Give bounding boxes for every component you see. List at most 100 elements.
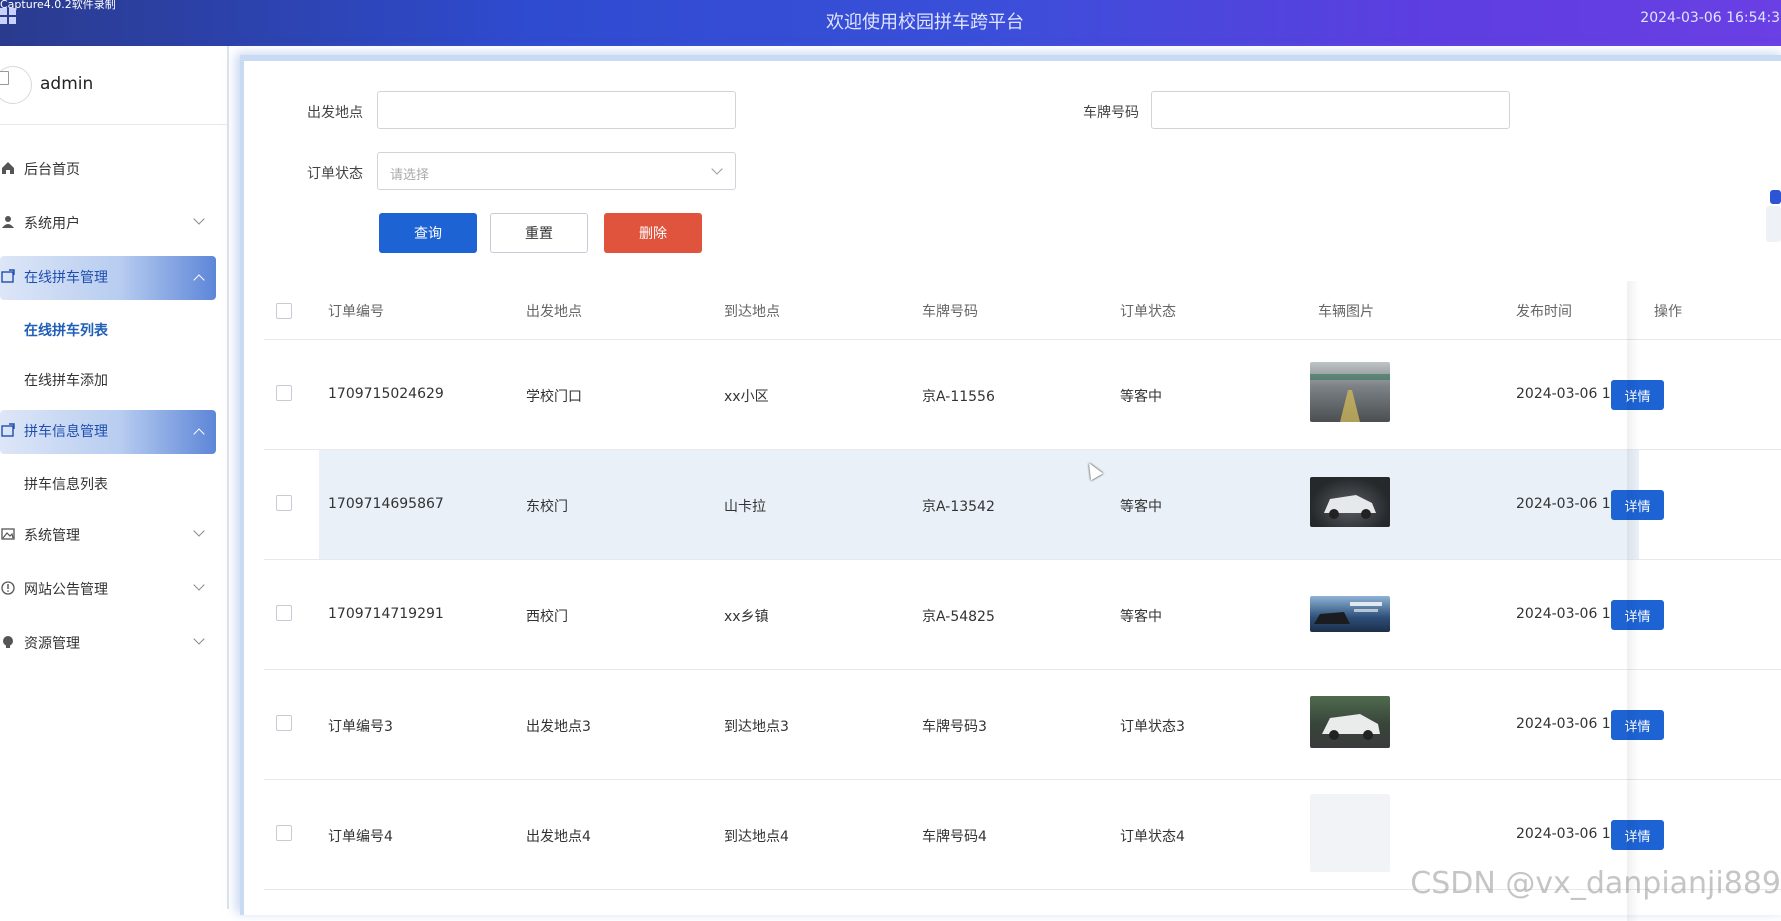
table-row[interactable]: 订单编号3 出发地点3 到达地点3 车牌号码3 订单状态3 2024-03-06… xyxy=(264,670,1781,780)
cell-order-no: 订单编号4 xyxy=(328,829,393,845)
image-icon xyxy=(0,527,16,543)
departure-input[interactable] xyxy=(377,91,736,129)
page-title: 欢迎使用校园拼车跨平台 xyxy=(826,12,1024,33)
sidebar-subitem-carpool-list[interactable]: 在线拼车列表 xyxy=(0,304,227,354)
row-checkbox[interactable] xyxy=(276,715,292,731)
cell-plate: 车牌号码3 xyxy=(922,719,987,735)
folder-icon xyxy=(0,423,16,439)
cell-destination: 到达地点4 xyxy=(724,829,789,845)
sidebar-item-system-users[interactable]: 系统用户 xyxy=(0,196,227,250)
sidebar-item-label: 拼车信息管理 xyxy=(24,424,108,440)
row-checkbox[interactable] xyxy=(276,495,292,511)
cell-departure: 学校门口 xyxy=(526,389,582,405)
sidebar-item-resources[interactable]: 资源管理 xyxy=(0,616,227,670)
col-header-time[interactable]: 发布时间 xyxy=(1516,301,1572,321)
cell-plate: 车牌号码4 xyxy=(922,829,987,845)
sidebar-item-label: 系统用户 xyxy=(24,216,80,232)
sidebar-item-announcements[interactable]: 网站公告管理 xyxy=(0,562,227,616)
cell-destination: xx小区 xyxy=(724,389,769,405)
col-header-departure[interactable]: 出发地点 xyxy=(526,301,582,321)
sidebar-item-online-carpool[interactable]: 在线拼车管理 xyxy=(0,250,227,304)
sidebar-item-label: 网站公告管理 xyxy=(24,582,108,598)
table-header: 订单编号 出发地点 到达地点 车牌号码 订单状态 车辆图片 发布时间 操作 xyxy=(264,281,1781,340)
sidebar-subitem-carpool-info-list[interactable]: 拼车信息列表 xyxy=(0,458,227,508)
cell-status: 等客中 xyxy=(1120,389,1162,405)
fixed-column-shadow xyxy=(1627,281,1639,921)
sidebar-subitem-label: 在线拼车列表 xyxy=(24,323,108,339)
sidebar-item-carpool-info[interactable]: 拼车信息管理 xyxy=(0,404,227,458)
cell-destination: 到达地点3 xyxy=(724,719,789,735)
vehicle-image[interactable] xyxy=(1310,477,1390,527)
cell-order-no: 1709715024629 xyxy=(328,386,444,402)
folder-icon xyxy=(0,269,16,285)
delete-button[interactable]: 删除 xyxy=(604,213,702,253)
sidebar-item-label: 在线拼车管理 xyxy=(24,270,108,286)
carpool-table: 订单编号 出发地点 到达地点 车牌号码 订单状态 车辆图片 发布时间 操作 17… xyxy=(264,281,1781,890)
cell-order-no: 1709714695867 xyxy=(328,496,444,512)
row-checkbox[interactable] xyxy=(276,385,292,401)
table-row[interactable]: 1709714719291 西校门 xx乡镇 京A-54825 等客中 2024… xyxy=(264,560,1781,670)
sidebar-subitem-carpool-add[interactable]: 在线拼车添加 xyxy=(0,354,227,404)
cell-status: 等客中 xyxy=(1120,609,1162,625)
plate-label: 车牌号码 xyxy=(1083,105,1139,121)
col-header-actions: 操作 xyxy=(1654,304,1682,320)
chevron-down-icon xyxy=(193,213,205,225)
reset-button[interactable]: 重置 xyxy=(490,213,588,253)
chevron-down-icon xyxy=(711,163,723,175)
watermark: CSDN @vx_danpianji889 xyxy=(1410,866,1781,901)
avatar[interactable] xyxy=(0,66,32,104)
col-header-status[interactable]: 订单状态 xyxy=(1120,301,1176,321)
cell-departure: 东校门 xyxy=(526,499,568,515)
order-status-select[interactable]: 请选择 xyxy=(377,152,736,190)
cell-plate: 京A-11556 xyxy=(922,389,995,405)
table-row[interactable]: 1709715024629 学校门口 xx小区 京A-11556 等客中 202… xyxy=(264,340,1781,450)
select-all-checkbox[interactable] xyxy=(276,303,292,319)
cell-order-no: 1709714719291 xyxy=(328,606,444,622)
sidebar-subitem-label: 拼车信息列表 xyxy=(24,477,108,493)
sidebar: admin 后台首页 系统用户 在线拼车管理 在线拼车列表 在线拼车添加 拼车信… xyxy=(0,46,229,909)
row-checkbox[interactable] xyxy=(276,605,292,621)
sidebar-subitem-label: 在线拼车添加 xyxy=(24,373,108,389)
col-header-plate[interactable]: 车牌号码 xyxy=(922,301,978,321)
vehicle-image[interactable] xyxy=(1310,696,1390,748)
cell-destination: xx乡镇 xyxy=(724,609,769,625)
order-status-label: 订单状态 xyxy=(307,166,363,182)
top-header-bar: Capture4.0.2软件录制 欢迎使用校园拼车跨平台 2024-03-06 … xyxy=(0,0,1781,46)
home-icon xyxy=(0,161,16,177)
table-row[interactable]: 1709714695867 东校门 山卡拉 京A-13542 等客中 2024-… xyxy=(264,450,1781,560)
plate-input[interactable] xyxy=(1151,91,1510,129)
col-header-image: 车辆图片 xyxy=(1318,304,1374,320)
sidebar-item-home[interactable]: 后台首页 xyxy=(0,142,227,196)
col-header-order-no[interactable]: 订单编号 xyxy=(328,301,384,321)
sidebar-item-label: 后台首页 xyxy=(24,162,80,178)
image-placeholder xyxy=(1310,794,1390,872)
clock-display: 2024-03-06 16:54:38 xyxy=(1640,10,1781,26)
cell-order-no: 订单编号3 xyxy=(328,719,393,735)
bulb-icon xyxy=(0,635,16,651)
vehicle-image[interactable] xyxy=(1310,596,1390,632)
sidebar-item-label: 资源管理 xyxy=(24,636,80,652)
chevron-down-icon xyxy=(193,525,205,537)
cell-status: 订单状态4 xyxy=(1120,829,1185,845)
cell-status: 订单状态3 xyxy=(1120,719,1185,735)
sidebar-item-system-management[interactable]: 系统管理 xyxy=(0,508,227,562)
sidebar-item-label: 系统管理 xyxy=(24,528,80,544)
info-icon xyxy=(0,581,16,597)
cell-plate: 京A-13542 xyxy=(922,499,995,515)
broken-image-icon xyxy=(0,71,9,85)
cell-departure: 出发地点3 xyxy=(526,719,591,735)
row-checkbox[interactable] xyxy=(276,825,292,841)
col-header-destination[interactable]: 到达地点 xyxy=(724,301,780,321)
cell-departure: 出发地点4 xyxy=(526,829,591,845)
cell-departure: 西校门 xyxy=(526,609,568,625)
username: admin xyxy=(40,74,94,94)
cell-plate: 京A-54825 xyxy=(922,609,995,625)
user-icon xyxy=(0,215,16,231)
sidebar-menu: 后台首页 系统用户 在线拼车管理 在线拼车列表 在线拼车添加 拼车信息管理 拼车… xyxy=(0,142,227,670)
chevron-down-icon xyxy=(193,633,205,645)
query-button[interactable]: 查询 xyxy=(379,213,477,253)
vehicle-image[interactable] xyxy=(1310,362,1390,422)
floating-widget-icon[interactable] xyxy=(1764,186,1781,246)
user-profile[interactable]: admin xyxy=(0,66,227,116)
cell-destination: 山卡拉 xyxy=(724,499,766,515)
